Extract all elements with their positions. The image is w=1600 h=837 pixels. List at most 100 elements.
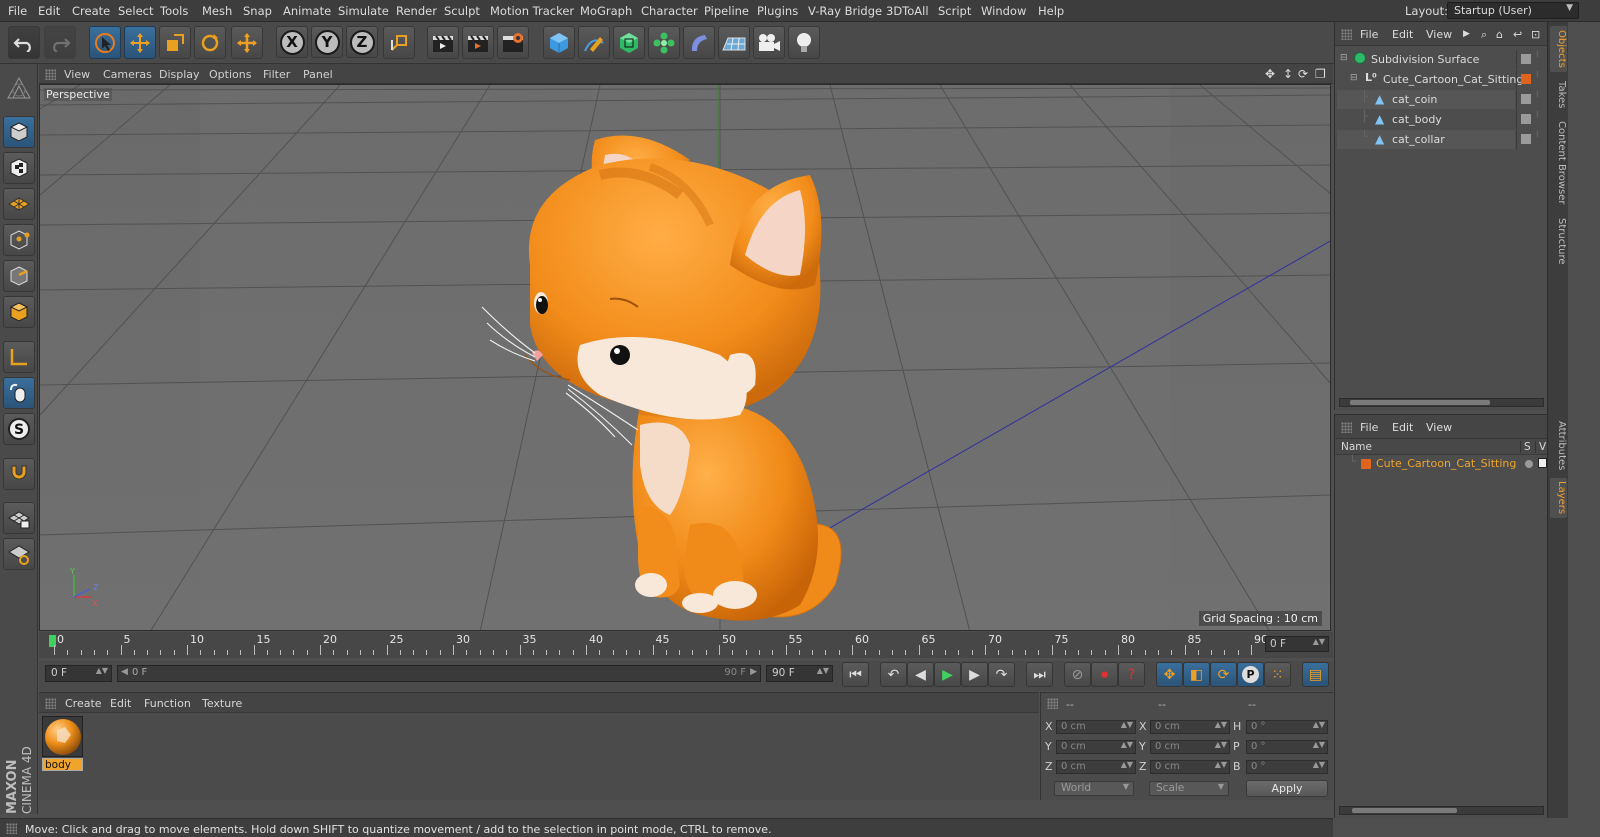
viewport-menu-cameras[interactable]: Cameras xyxy=(103,68,152,81)
editor-render-dots-icon[interactable]: ⁝ xyxy=(1536,50,1539,59)
y-axis-lock-button[interactable]: Y xyxy=(311,26,343,58)
material-menu-edit[interactable]: Edit xyxy=(110,697,131,710)
rot-h-field[interactable]: 0 ° ▲▼ xyxy=(1246,720,1328,734)
menu-animate[interactable]: Animate xyxy=(283,4,331,18)
menu-motion-tracker[interactable]: Motion Tracker xyxy=(490,4,574,18)
size-mode-select[interactable]: Scale ▼ xyxy=(1149,781,1229,796)
tab-objects[interactable]: Objects xyxy=(1550,26,1567,72)
rot-p-field[interactable]: 0 ° ▲▼ xyxy=(1246,740,1328,754)
record-active-objects-button[interactable]: ⊘ xyxy=(1064,662,1091,687)
axis-mode-button[interactable] xyxy=(3,341,35,373)
object-horizontal-scrollbar[interactable] xyxy=(1339,398,1544,407)
viewport-menu-display[interactable]: Display xyxy=(159,68,200,81)
cloner-button[interactable] xyxy=(648,26,680,59)
layer-color-swatch[interactable] xyxy=(1361,459,1371,469)
material-menu-texture[interactable]: Texture xyxy=(202,697,242,710)
phong-tag-icon[interactable] xyxy=(1521,134,1531,144)
cube-primitive-button[interactable] xyxy=(543,26,575,59)
go-to-start-button[interactable]: ⏮ xyxy=(842,662,869,687)
deformer-button[interactable] xyxy=(683,26,715,59)
coordinate-system-button[interactable] xyxy=(383,26,415,59)
move-tool-button[interactable] xyxy=(124,26,156,59)
menu-plugins[interactable]: Plugins xyxy=(757,4,798,18)
edges-mode-button[interactable] xyxy=(3,260,35,292)
go-to-previous-frame-button[interactable]: ◀ xyxy=(907,662,934,687)
tab-layers[interactable]: Layers xyxy=(1550,478,1567,518)
visibility-check-icon[interactable] xyxy=(1521,54,1531,64)
object-row-subdivision-surface[interactable]: ⊟ Subdivision Surface xyxy=(1337,50,1515,69)
scroll-thumb[interactable] xyxy=(1350,400,1490,405)
z-axis-lock-button[interactable]: Z xyxy=(346,26,378,58)
pos-x-field[interactable]: 0 cm ▲▼ xyxy=(1056,720,1136,734)
solo-dot-icon[interactable] xyxy=(1525,460,1533,468)
viewport-menu-options[interactable]: Options xyxy=(209,68,251,81)
visible-eye-icon[interactable] xyxy=(1538,458,1547,468)
timeline-ruler[interactable]: 0 5 10 15 20 25 30 35 40 45 50 55 60 65 70 75 80 85 90 0 F… xyxy=(39,632,1333,658)
scale-tool-button[interactable] xyxy=(159,26,191,59)
record-parameter-button[interactable]: P xyxy=(1237,662,1264,687)
object-row-cat-null[interactable]: ⊟ L⁰ Cute_Cartoon_Cat_Sitting xyxy=(1337,70,1523,89)
tab-takes[interactable]: Takes xyxy=(1550,78,1567,112)
record-rotation-button[interactable]: ⟳ xyxy=(1210,662,1237,687)
texture-mode-button[interactable] xyxy=(3,152,35,184)
editor-render-dots-icon[interactable]: ⁝ xyxy=(1536,90,1539,99)
material-menu-create[interactable]: Create xyxy=(65,697,102,710)
material-preview-body[interactable] xyxy=(42,716,83,757)
solo-mode-button[interactable]: S xyxy=(3,413,35,445)
panel-grip-icon[interactable] xyxy=(45,69,56,80)
object-menu-file[interactable]: File xyxy=(1360,28,1378,41)
viewport-toggle-icon[interactable]: ❐ xyxy=(1315,67,1326,81)
menu-3dtoall[interactable]: 3DToAll xyxy=(886,4,929,18)
new-window-icon[interactable]: ⊡ xyxy=(1531,28,1540,41)
record-scale-button[interactable]: ◧ xyxy=(1183,662,1210,687)
subdivision-surface-button[interactable] xyxy=(613,26,645,59)
menu-tools[interactable]: Tools xyxy=(160,4,188,18)
make-editable-button[interactable] xyxy=(3,72,35,104)
go-to-next-frame-button[interactable]: ▶ xyxy=(961,662,988,687)
current-frame-field[interactable]: 0 F ▲▼ xyxy=(1265,636,1329,652)
object-row-cat-body[interactable]: ├ ▲ cat_body xyxy=(1337,110,1515,129)
back-icon[interactable]: ↩ xyxy=(1513,28,1522,41)
pen-spline-button[interactable] xyxy=(578,26,610,59)
viewport-menu-panel[interactable]: Panel xyxy=(303,68,333,81)
editor-render-dots-icon[interactable]: ⁝ xyxy=(1536,130,1539,139)
layer-horizontal-scrollbar[interactable] xyxy=(1339,806,1544,815)
x-axis-lock-button[interactable]: X xyxy=(276,26,308,58)
model-mode-button[interactable] xyxy=(3,116,35,148)
menu-mograph[interactable]: MoGraph xyxy=(580,4,632,18)
phong-tag-icon[interactable] xyxy=(1521,94,1531,104)
menu-edit[interactable]: Edit xyxy=(38,4,60,18)
render-view-button[interactable] xyxy=(427,26,459,59)
menu-window[interactable]: Window xyxy=(981,4,1026,18)
rot-b-field[interactable]: 0 ° ▲▼ xyxy=(1246,760,1328,774)
home-icon[interactable]: ⌂ xyxy=(1496,28,1503,41)
menu-help[interactable]: Help xyxy=(1038,4,1064,18)
material-menu-function[interactable]: Function xyxy=(144,697,191,710)
render-to-picture-viewer-button[interactable] xyxy=(462,26,494,59)
go-to-next-key-button[interactable]: ↷ xyxy=(988,662,1015,687)
menu-sculpt[interactable]: Sculpt xyxy=(444,4,480,18)
tweak-mode-button[interactable] xyxy=(3,377,35,409)
live-selection-button[interactable] xyxy=(89,26,121,59)
layer-color-tag-icon[interactable] xyxy=(1521,74,1531,84)
object-menu-view[interactable]: View xyxy=(1426,28,1452,41)
layout-select[interactable]: Startup (User) ▼ xyxy=(1447,2,1579,19)
menu-file[interactable]: File xyxy=(8,4,27,18)
size-y-field[interactable]: 0 cm ▲▼ xyxy=(1150,740,1230,754)
floor-button[interactable] xyxy=(718,26,750,59)
transform-tool-button[interactable] xyxy=(231,26,263,59)
lock-workplane-button[interactable] xyxy=(3,502,35,534)
apply-button[interactable]: Apply xyxy=(1246,780,1328,797)
editor-render-dots-icon[interactable]: ⁝ xyxy=(1536,70,1539,79)
pos-y-field[interactable]: 0 cm ▲▼ xyxy=(1056,740,1136,754)
menu-script[interactable]: Script xyxy=(938,4,971,18)
panel-grip-icon[interactable] xyxy=(1341,422,1352,433)
light-button[interactable] xyxy=(788,26,820,59)
material-name-label[interactable]: body xyxy=(42,758,83,771)
tab-content-browser[interactable]: Content Browser xyxy=(1550,118,1567,208)
viewport-rotate-icon[interactable]: ⟳ xyxy=(1298,67,1308,81)
phong-tag-icon[interactable] xyxy=(1521,114,1531,124)
timeline-window-button[interactable]: ▤ xyxy=(1302,662,1329,687)
start-frame-field[interactable]: 0 F ▲▼ xyxy=(45,665,112,682)
redo-button[interactable] xyxy=(44,26,76,59)
